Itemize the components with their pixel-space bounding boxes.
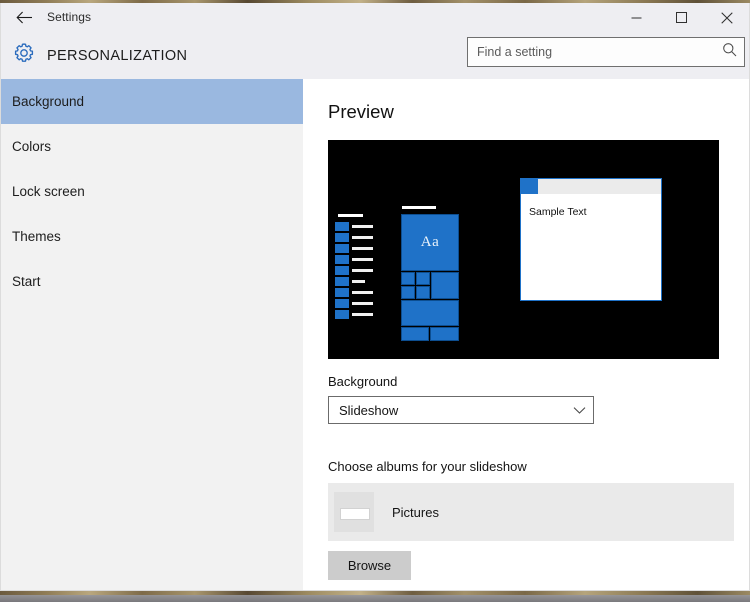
album-name: Pictures bbox=[392, 504, 439, 520]
preview-sample-text: Sample Text bbox=[529, 206, 587, 218]
sidebar-item-label: Colors bbox=[12, 139, 52, 154]
section-title-preview: Preview bbox=[328, 101, 394, 122]
preview-app-row bbox=[335, 244, 375, 253]
settings-app-window: Settings PERSONALIZATION Find a setting … bbox=[0, 0, 750, 602]
preview-app-label-bar bbox=[352, 258, 373, 261]
preview-sample-accent-square bbox=[521, 179, 538, 194]
close-button[interactable] bbox=[704, 3, 749, 32]
content-area: Background Colors Lock screen Themes Sta… bbox=[1, 79, 749, 590]
page-title: PERSONALIZATION bbox=[47, 47, 188, 64]
preview-app-label-bar bbox=[352, 280, 365, 283]
preview-tile-small bbox=[416, 286, 430, 299]
preview-tile-large: Aa bbox=[401, 214, 459, 271]
preview-app-row bbox=[335, 310, 375, 319]
background-field-label: Background bbox=[328, 374, 398, 389]
preview-tile-small bbox=[401, 286, 415, 299]
sidebar-item-label: Lock screen bbox=[12, 184, 85, 199]
sidebar-item-label: Background bbox=[12, 94, 85, 109]
preview-app-label-bar bbox=[352, 225, 373, 228]
preview-app-icon bbox=[335, 244, 349, 253]
search-submit-button[interactable] bbox=[714, 38, 744, 66]
preview-app-row bbox=[335, 222, 375, 231]
minimize-button[interactable] bbox=[614, 3, 659, 32]
preview-app-label-bar bbox=[352, 247, 373, 250]
minimize-icon bbox=[631, 12, 642, 23]
preview-app-label-bar bbox=[352, 236, 373, 239]
preview-app-icon bbox=[335, 233, 349, 242]
search-icon bbox=[722, 42, 737, 62]
preview-app-row bbox=[335, 233, 375, 242]
title-bar: Settings bbox=[1, 3, 749, 32]
sidebar-item-themes[interactable]: Themes bbox=[1, 214, 303, 259]
preview-start-app-list bbox=[335, 214, 375, 328]
preview-applist-header-line bbox=[338, 214, 363, 217]
preview-app-icon bbox=[335, 255, 349, 264]
albums-list: Pictures bbox=[328, 483, 734, 541]
main-panel: Preview Aa Sample Text Background Slides… bbox=[304, 79, 749, 590]
preview-tile-wide bbox=[401, 300, 459, 326]
background-preview: Aa Sample Text bbox=[328, 140, 719, 359]
preview-tiles-header-line bbox=[402, 206, 436, 209]
preview-app-label-bar bbox=[352, 291, 373, 294]
preview-app-row bbox=[335, 299, 375, 308]
preview-tile-medium bbox=[431, 272, 459, 299]
preview-app-row bbox=[335, 255, 375, 264]
browse-button[interactable]: Browse bbox=[328, 551, 411, 580]
back-arrow-icon bbox=[15, 11, 33, 24]
page-header: PERSONALIZATION bbox=[1, 32, 749, 79]
preview-app-label-bar bbox=[352, 302, 373, 305]
window-title: Settings bbox=[47, 10, 92, 24]
desktop-wallpaper-bottom-edge bbox=[0, 591, 750, 602]
album-list-item[interactable]: Pictures bbox=[334, 489, 728, 535]
preview-app-row bbox=[335, 288, 375, 297]
window-controls bbox=[614, 3, 749, 32]
preview-app-label-bar bbox=[352, 313, 373, 316]
search-input[interactable] bbox=[468, 38, 714, 66]
sidebar-nav: Background Colors Lock screen Themes Sta… bbox=[1, 79, 304, 590]
preview-tile-small bbox=[416, 272, 430, 285]
preview-sample-body: Sample Text bbox=[521, 194, 661, 220]
search-box[interactable] bbox=[467, 37, 745, 67]
maximize-icon bbox=[676, 12, 687, 23]
preview-app-icon bbox=[335, 288, 349, 297]
preview-sample-titlebar bbox=[521, 179, 661, 194]
preview-app-icon bbox=[335, 299, 349, 308]
settings-icon-wrap bbox=[1, 32, 47, 79]
preview-app-row bbox=[335, 266, 375, 275]
background-type-value: Slideshow bbox=[339, 402, 399, 418]
sidebar-item-label: Start bbox=[12, 274, 41, 289]
preview-app-label-bar bbox=[352, 269, 373, 272]
back-button[interactable] bbox=[1, 3, 47, 32]
albums-label: Choose albums for your slideshow bbox=[328, 459, 527, 474]
gear-icon bbox=[12, 41, 36, 70]
close-icon bbox=[720, 11, 733, 24]
settings-window: Settings PERSONALIZATION Find a setting … bbox=[0, 3, 750, 591]
sidebar-item-start[interactable]: Start bbox=[1, 259, 303, 304]
sidebar-item-colors[interactable]: Colors bbox=[1, 124, 303, 169]
preview-app-icon bbox=[335, 277, 349, 286]
maximize-button[interactable] bbox=[659, 3, 704, 32]
preview-app-icon bbox=[335, 310, 349, 319]
sidebar-item-background[interactable]: Background bbox=[1, 79, 303, 124]
preview-tile-small bbox=[401, 272, 415, 285]
chevron-down-icon bbox=[565, 406, 593, 415]
preview-app-icon bbox=[335, 266, 349, 275]
preview-start-tiles: Aa bbox=[401, 206, 459, 346]
preview-tile-letter: Aa bbox=[420, 234, 440, 250]
preview-app-icon bbox=[335, 222, 349, 231]
preview-tile-half bbox=[401, 327, 429, 341]
sidebar-item-label: Themes bbox=[12, 229, 61, 244]
preview-app-row bbox=[335, 277, 375, 286]
folder-thumbnail-icon bbox=[334, 492, 374, 532]
background-type-dropdown[interactable]: Slideshow bbox=[328, 396, 594, 424]
preview-tile-half bbox=[430, 327, 459, 341]
preview-sample-window: Sample Text bbox=[520, 178, 662, 301]
sidebar-item-lock-screen[interactable]: Lock screen bbox=[1, 169, 303, 214]
